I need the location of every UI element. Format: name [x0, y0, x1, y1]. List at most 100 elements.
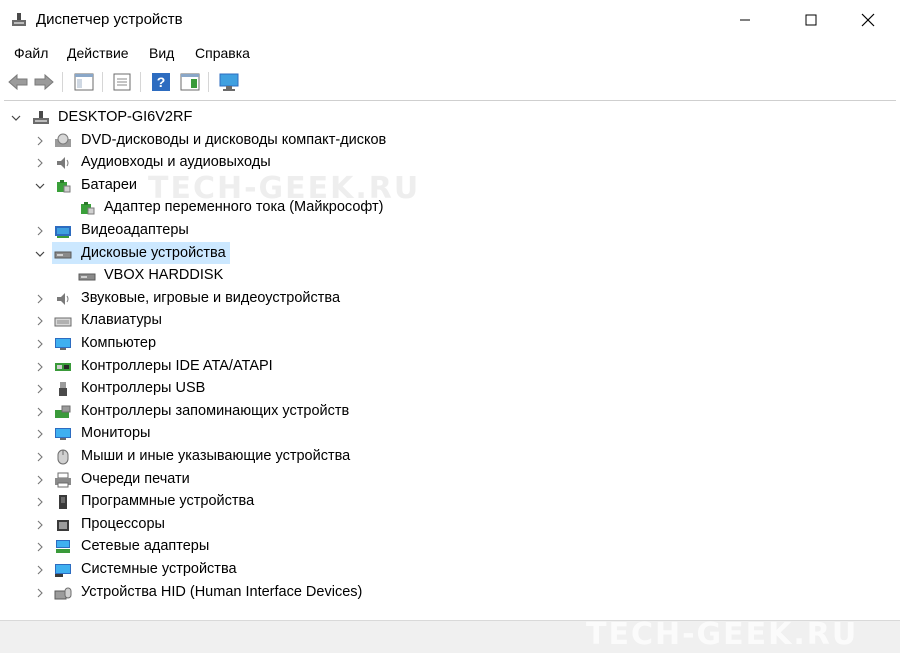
menu-file[interactable]: Файл	[14, 45, 48, 61]
battery-icon	[57, 179, 71, 193]
title-bar: Диспетчер устройств	[0, 0, 900, 40]
tree-child-item[interactable]: VBOX HARDDISK	[4, 265, 884, 287]
expander-expand[interactable]	[34, 338, 46, 350]
tree-category[interactable]: Программные устройства	[4, 491, 884, 513]
forward-button[interactable]	[32, 70, 56, 94]
speaker-icon	[57, 157, 69, 170]
tree-category[interactable]: Процессоры	[4, 514, 884, 536]
expander-collapse[interactable]	[34, 248, 46, 260]
menu-help[interactable]: Справка	[195, 45, 250, 61]
tree-category[interactable]: Аудиовходы и аудиовыходы	[4, 152, 884, 174]
tree-category-label: Мыши и иные указывающие устройства	[81, 447, 351, 464]
expander-expand[interactable]	[34, 541, 46, 553]
expander-expand[interactable]	[34, 451, 46, 463]
tree-category-label: Процессоры	[81, 515, 165, 532]
expander-expand[interactable]	[34, 315, 46, 327]
expander-expand[interactable]	[34, 383, 46, 395]
tree-category-label: Устройства HID (Human Interface Devices)	[81, 583, 363, 600]
expander-expand[interactable]	[34, 406, 46, 418]
tree-category-label: Компьютер	[81, 334, 157, 351]
properties-icon	[113, 73, 131, 91]
chevron-right-icon	[37, 294, 43, 304]
back-button[interactable]	[6, 70, 30, 94]
expander-expand[interactable]	[34, 428, 46, 440]
tree-category[interactable]: Мониторы	[4, 423, 884, 445]
expander-collapse[interactable]	[10, 112, 22, 124]
action-pane-button[interactable]	[178, 70, 202, 94]
help-icon: ?	[152, 73, 170, 91]
expander-collapse[interactable]	[34, 180, 46, 192]
tree-category-label: Клавиатуры	[81, 312, 162, 329]
tree-category[interactable]: Контроллеры USB	[4, 378, 884, 400]
expander-expand[interactable]	[34, 519, 46, 531]
tree-category[interactable]: Мыши и иные указывающие устройства	[4, 446, 884, 468]
cpu-icon	[57, 519, 69, 531]
chevron-right-icon	[37, 588, 43, 597]
expander-expand[interactable]	[34, 587, 46, 599]
expander-expand[interactable]	[34, 564, 46, 576]
hid-icon	[54, 587, 72, 599]
expander-expand[interactable]	[34, 361, 46, 373]
tree-category[interactable]: Устройства HID (Human Interface Devices)	[4, 582, 884, 604]
chevron-right-icon	[37, 362, 43, 371]
expander-expand[interactable]	[34, 157, 46, 169]
scan-hardware-icon	[219, 73, 239, 91]
expander-expand[interactable]	[34, 225, 46, 237]
tree-child-item[interactable]: Адаптер переменного тока (Майкрософт)	[4, 197, 884, 219]
tree-category[interactable]: DVD-дисководы и дисководы компакт-дисков	[4, 130, 884, 152]
mouse-icon	[57, 449, 69, 465]
expander-expand[interactable]	[34, 135, 46, 147]
minimize-button[interactable]	[722, 0, 768, 40]
chevron-right-icon	[37, 542, 43, 552]
scan-hardware-button[interactable]	[217, 70, 241, 94]
tree-category-label: Контроллеры USB	[81, 380, 206, 397]
tree-category[interactable]: Контроллеры IDE ATA/ATAPI	[4, 356, 884, 378]
tree-category-label: Дисковые устройства	[81, 244, 226, 261]
expander-expand[interactable]	[34, 474, 46, 486]
tree-category[interactable]: Системные устройства	[4, 559, 884, 581]
chevron-down-icon	[35, 251, 45, 257]
tree-category[interactable]: Сетевые адаптеры	[4, 536, 884, 558]
system-device-icon	[55, 563, 71, 577]
tree-category[interactable]: Звуковые, игровые и видеоустройства	[4, 288, 884, 310]
console-tree-button[interactable]	[72, 70, 96, 94]
tree-category-label: Батареи	[81, 176, 138, 193]
tree-category[interactable]: Батареи	[4, 175, 884, 197]
toolbar-separator	[140, 72, 141, 92]
menu-bar: Файл Действие Вид Справка	[0, 40, 900, 66]
tree-category[interactable]: Контроллеры запоминающих устройств	[4, 401, 884, 423]
tree-root[interactable]: DESKTOP-GI6V2RF	[4, 107, 884, 129]
help-button[interactable]: ?	[149, 70, 173, 94]
tree-category[interactable]: Дисковые устройства	[4, 243, 884, 265]
monitor-icon	[55, 428, 71, 441]
storage-controller-icon	[55, 405, 71, 418]
svg-text:?: ?	[157, 74, 166, 90]
menu-action[interactable]: Действие	[67, 45, 129, 61]
chevron-right-icon	[37, 316, 43, 326]
usb-icon	[59, 382, 67, 397]
close-button[interactable]	[845, 0, 891, 40]
toolbar-separator	[208, 72, 209, 92]
chevron-right-icon	[37, 226, 43, 236]
chevron-right-icon	[37, 136, 43, 145]
chevron-right-icon	[37, 452, 43, 462]
properties-button[interactable]	[110, 70, 134, 94]
tree-category-label: Звуковые, игровые и видеоустройства	[81, 289, 341, 306]
maximize-button[interactable]	[788, 0, 834, 40]
device-tree[interactable]: DESKTOP-GI6V2RF DVD-дисководы и дисковод…	[4, 100, 896, 621]
menu-view[interactable]: Вид	[149, 45, 174, 61]
tree-category[interactable]: Компьютер	[4, 333, 884, 355]
monitor-icon	[55, 337, 71, 350]
tree-category-label: Аудиовходы и аудиовыходы	[81, 154, 271, 171]
expander-expand[interactable]	[34, 496, 46, 508]
expander-expand[interactable]	[34, 293, 46, 305]
ide-controller-icon	[55, 362, 71, 371]
tree-category[interactable]: Очереди печати	[4, 469, 884, 491]
tree-category[interactable]: Клавиатуры	[4, 310, 884, 332]
tree-category[interactable]: Видеоадаптеры	[4, 220, 884, 242]
toolbar-separator	[62, 72, 63, 92]
toolbar: ?	[0, 66, 900, 98]
keyboard-icon	[54, 317, 72, 327]
chevron-right-icon	[37, 475, 43, 484]
chevron-down-icon	[11, 115, 21, 121]
